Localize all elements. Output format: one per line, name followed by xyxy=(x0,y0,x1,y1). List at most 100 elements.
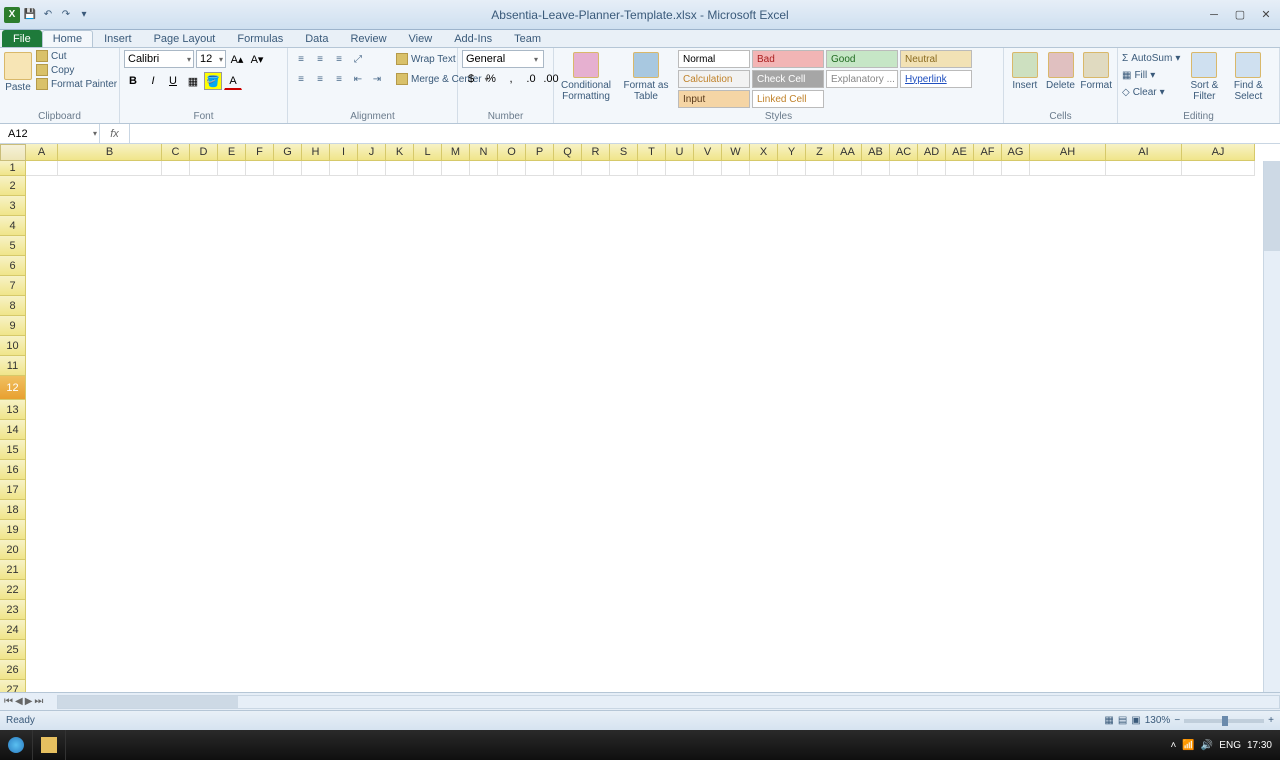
redo-icon[interactable]: ↷ xyxy=(58,7,74,23)
align-top-button[interactable]: ≡ xyxy=(292,50,310,68)
row-header[interactable]: 25 xyxy=(0,640,26,660)
col-header[interactable]: AC xyxy=(890,144,918,161)
number-format-select[interactable]: General▾ xyxy=(462,50,544,68)
col-header[interactable]: U xyxy=(666,144,694,161)
col-header[interactable]: Q xyxy=(554,144,582,161)
comma-button[interactable]: , xyxy=(502,70,520,88)
row-header[interactable]: 20 xyxy=(0,540,26,560)
tab-formulas[interactable]: Formulas xyxy=(226,30,294,47)
close-button[interactable]: ✕ xyxy=(1254,7,1278,23)
view-normal-icon[interactable]: ▦ xyxy=(1104,715,1113,726)
col-header[interactable]: Z xyxy=(806,144,834,161)
underline-button[interactable]: U xyxy=(164,72,182,90)
cell[interactable] xyxy=(918,161,946,176)
col-header[interactable]: AJ xyxy=(1182,144,1255,161)
row-header[interactable]: 10 xyxy=(0,336,26,356)
col-header[interactable]: M xyxy=(442,144,470,161)
cell-style-good[interactable]: Good xyxy=(826,50,898,68)
col-header[interactable]: W xyxy=(722,144,750,161)
col-header[interactable]: A xyxy=(26,144,58,161)
row-header[interactable]: 23 xyxy=(0,600,26,620)
cell[interactable] xyxy=(274,161,302,176)
format-cells-button[interactable]: Format xyxy=(1079,50,1113,91)
row-header[interactable]: 13 xyxy=(0,400,26,420)
tray-time[interactable]: 17:30 xyxy=(1247,740,1272,751)
col-header[interactable]: J xyxy=(358,144,386,161)
shrink-font-button[interactable]: A▾ xyxy=(248,50,266,68)
col-header[interactable]: C xyxy=(162,144,190,161)
zoom-thumb[interactable] xyxy=(1222,716,1228,726)
row-headers[interactable]: 1234567891011121314151617181920212223242… xyxy=(0,161,26,692)
cell-style-checkcell[interactable]: Check Cell xyxy=(752,70,824,88)
cell[interactable] xyxy=(1182,161,1255,176)
cell[interactable] xyxy=(638,161,666,176)
cell-style-input[interactable]: Input xyxy=(678,90,750,108)
tray-chevron-icon[interactable]: ˄ xyxy=(1171,740,1177,751)
cell[interactable] xyxy=(498,161,526,176)
system-tray[interactable]: ˄ 📶 🔊 ENG 17:30 xyxy=(1163,740,1280,751)
cell-style-neutral[interactable]: Neutral xyxy=(900,50,972,68)
cell[interactable] xyxy=(302,161,330,176)
row-header[interactable]: 1 xyxy=(0,161,26,176)
cell[interactable] xyxy=(470,161,498,176)
cell[interactable] xyxy=(862,161,890,176)
view-layout-icon[interactable]: ▤ xyxy=(1118,715,1127,726)
col-header[interactable]: T xyxy=(638,144,666,161)
insert-cells-button[interactable]: Insert xyxy=(1008,50,1042,91)
cell[interactable] xyxy=(974,161,1002,176)
col-header[interactable]: F xyxy=(246,144,274,161)
tab-view[interactable]: View xyxy=(398,30,444,47)
cell-style-normal[interactable]: Normal xyxy=(678,50,750,68)
col-header[interactable]: AD xyxy=(918,144,946,161)
cell[interactable] xyxy=(414,161,442,176)
cell[interactable] xyxy=(946,161,974,176)
cell[interactable] xyxy=(190,161,218,176)
tab-file[interactable]: File xyxy=(2,30,42,47)
explorer-button[interactable] xyxy=(33,730,66,760)
cell[interactable] xyxy=(526,161,554,176)
tab-insert[interactable]: Insert xyxy=(93,30,143,47)
row-header[interactable]: 8 xyxy=(0,296,26,316)
cell[interactable] xyxy=(722,161,750,176)
paste-button[interactable]: Paste xyxy=(4,50,32,93)
currency-button[interactable]: $ xyxy=(462,70,480,88)
first-sheet-icon[interactable]: ⏮ xyxy=(4,696,13,707)
col-header[interactable]: X xyxy=(750,144,778,161)
scrollbar-thumb[interactable] xyxy=(58,696,238,708)
row-header[interactable]: 9 xyxy=(0,316,26,336)
cell[interactable] xyxy=(1002,161,1030,176)
align-center-button[interactable]: ≡ xyxy=(311,70,329,88)
tab-home[interactable]: Home xyxy=(42,30,93,47)
tray-lang[interactable]: ENG xyxy=(1219,740,1241,751)
col-header[interactable]: Y xyxy=(778,144,806,161)
align-bottom-button[interactable]: ≡ xyxy=(330,50,348,68)
percent-button[interactable]: % xyxy=(482,70,500,88)
cell[interactable] xyxy=(834,161,862,176)
row-header[interactable]: 19 xyxy=(0,520,26,540)
zoom-slider[interactable] xyxy=(1184,719,1264,723)
tray-network-icon[interactable]: 📶 xyxy=(1182,740,1194,751)
italic-button[interactable]: I xyxy=(144,72,162,90)
row-header[interactable]: 22 xyxy=(0,580,26,600)
row-header[interactable]: 16 xyxy=(0,460,26,480)
row-header[interactable]: 26 xyxy=(0,660,26,680)
col-header[interactable]: AE xyxy=(946,144,974,161)
conditional-formatting-button[interactable]: Conditional Formatting xyxy=(558,50,614,102)
scrollbar-thumb[interactable] xyxy=(1264,161,1280,251)
col-header[interactable]: AB xyxy=(862,144,890,161)
cell[interactable] xyxy=(26,161,58,176)
col-header[interactable]: AG xyxy=(1002,144,1030,161)
col-header[interactable]: V xyxy=(694,144,722,161)
cell-style-bad[interactable]: Bad xyxy=(752,50,824,68)
col-header[interactable]: S xyxy=(610,144,638,161)
col-header[interactable]: I xyxy=(330,144,358,161)
name-box[interactable]: A12▾ xyxy=(0,124,100,143)
find-select-button[interactable]: Find & Select xyxy=(1228,50,1268,102)
col-header[interactable]: AF xyxy=(974,144,1002,161)
inc-decimal-button[interactable]: .0 xyxy=(522,70,540,88)
cell-style-explanatory[interactable]: Explanatory ... xyxy=(826,70,898,88)
row-header[interactable]: 4 xyxy=(0,216,26,236)
cell-style-calculation[interactable]: Calculation xyxy=(678,70,750,88)
cell[interactable] xyxy=(386,161,414,176)
row-header[interactable]: 12 xyxy=(0,376,26,400)
